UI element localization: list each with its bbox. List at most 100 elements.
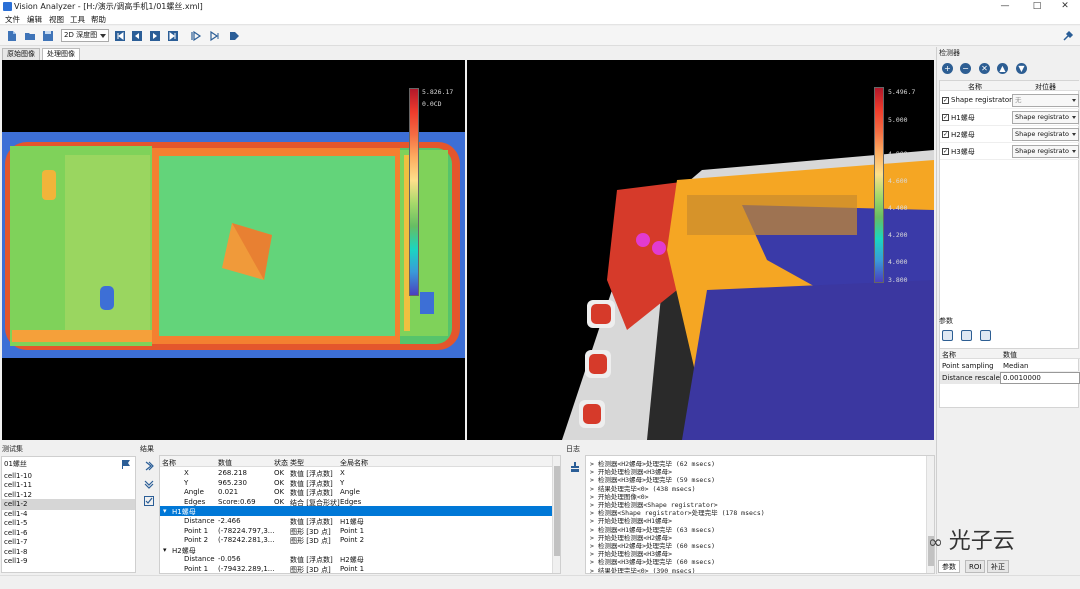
view-mode-select[interactable]: 2D 深度图 — [61, 29, 109, 42]
expand-toggle-icon[interactable]: ▾ — [163, 507, 167, 515]
detector-row[interactable]: ✓ Shape registrator 无 — [940, 92, 1080, 109]
aligner-select[interactable]: 无 — [1012, 94, 1079, 107]
table-row[interactable]: Edges Score:0.69 OK 结合 [复合形状] Edges — [160, 497, 552, 507]
list-item-selected[interactable]: cell1-2 — [4, 500, 27, 508]
play-icon[interactable] — [228, 30, 240, 42]
tab-compensation[interactable]: 补正 — [987, 560, 1009, 573]
table-row[interactable]: Point 2 (-78242.281,3... 图形 [3D 点] Point 2 — [160, 535, 552, 545]
first-icon[interactable] — [114, 30, 126, 42]
results-group-row[interactable]: ▾ H2螺母 — [160, 545, 552, 555]
param-value[interactable]: 0.0010000 — [1003, 374, 1041, 382]
list-item[interactable]: cell1-12 — [4, 491, 32, 499]
table-row[interactable]: Point 1 (-78224.797,3... 图形 [3D 点] Point 1 — [160, 526, 552, 536]
cell-name: Angle — [184, 488, 204, 497]
clear-log-icon[interactable] — [570, 461, 580, 473]
tab-params[interactable]: 参数 — [938, 560, 960, 573]
flag-icon[interactable] — [121, 459, 131, 469]
cell-value: -0.056 — [218, 555, 241, 564]
move-up-button[interactable]: ▲ — [997, 63, 1008, 74]
detector-panel-title: 检测器 — [939, 49, 960, 57]
table-row[interactable]: Angle 0.021 OK 数值 [浮点数] Angle — [160, 487, 552, 497]
expand-icon[interactable] — [144, 461, 154, 471]
detector-row[interactable]: ✓ H1螺母 Shape registrato — [940, 109, 1080, 126]
param-button-3[interactable] — [980, 330, 991, 341]
param-button-1[interactable] — [942, 330, 953, 341]
menu-tools[interactable]: 工具 — [70, 14, 85, 25]
cell-value: 965.230 — [218, 478, 247, 487]
right-colorbar — [874, 87, 884, 283]
collapse-icon[interactable] — [144, 479, 154, 489]
col-name: 名称 — [162, 459, 176, 467]
next-icon[interactable] — [149, 30, 161, 42]
cell-value: (-79432.289,1... — [218, 565, 275, 573]
aligner-select[interactable]: Shape registrato — [1012, 111, 1079, 124]
cell-name: Point 2 — [184, 536, 209, 545]
menu-help[interactable]: 帮助 — [91, 14, 106, 25]
run-icon[interactable] — [209, 30, 221, 42]
cell-global-name: Point 1 — [340, 565, 365, 573]
menu-edit[interactable]: 编辑 — [27, 14, 42, 25]
test-set-header[interactable]: 01螺丝 — [4, 459, 27, 469]
detector-checkbox[interactable]: ✓ — [942, 148, 949, 155]
list-item[interactable]: cell1-7 — [4, 538, 27, 546]
window-title: Vision Analyzer - [H:/演示/调高手机1/01螺丝.xml] — [14, 2, 203, 11]
move-down-button[interactable]: ▼ — [1016, 63, 1027, 74]
results-group-row[interactable]: ▾ H1螺母 — [160, 506, 552, 516]
table-row[interactable]: X 268.218 OK 数值 [浮点数] X — [160, 468, 552, 478]
col-global-name: 全局名称 — [340, 459, 368, 467]
list-item[interactable]: cell1-9 — [4, 557, 27, 565]
list-item[interactable]: cell1-4 — [4, 510, 27, 518]
detector-row[interactable]: ✓ H3螺母 Shape registrato — [940, 143, 1080, 160]
list-item[interactable]: cell1-11 — [4, 481, 32, 489]
detector-checkbox[interactable]: ✓ — [942, 114, 949, 121]
maximize-button[interactable]: □ — [1022, 0, 1052, 13]
last-icon[interactable] — [167, 30, 179, 42]
table-row[interactable]: Y 965.230 OK 数值 [浮点数] Y — [160, 478, 552, 488]
detector-name: H2螺母 — [951, 131, 975, 139]
param-row[interactable]: Distance rescale 0.0010000 — [940, 372, 1080, 384]
minimize-button[interactable]: — — [990, 0, 1020, 13]
list-item[interactable]: cell1-6 — [4, 529, 27, 537]
check-icon[interactable] — [144, 496, 154, 506]
param-row[interactable]: Point sampling Median — [940, 360, 1080, 372]
cell-value: 268.218 — [218, 469, 247, 477]
table-row[interactable]: Point 1 (-79432.289,1... 图形 [3D 点] Point 1 — [160, 564, 552, 573]
list-item[interactable]: cell1-5 — [4, 519, 27, 527]
remove-detector-button[interactable]: − — [960, 63, 971, 74]
list-item[interactable]: cell1-8 — [4, 548, 27, 556]
aligner-select[interactable]: Shape registrato — [1012, 128, 1079, 141]
settings-icon[interactable] — [1062, 30, 1074, 42]
watermark-glyph: ∞ — [928, 532, 949, 553]
table-row[interactable]: Distance -2.466 数值 [浮点数] H1螺母 — [160, 516, 552, 526]
add-detector-button[interactable]: + — [942, 63, 953, 74]
table-row[interactable]: Distance -0.056 数值 [浮点数] H2螺母 — [160, 554, 552, 564]
right-colorbar-label: 4.800 — [888, 150, 908, 158]
right-colorbar-label: 5.496.7 — [888, 88, 916, 96]
open-folder-icon[interactable] — [24, 30, 36, 42]
step-icon[interactable] — [190, 30, 202, 42]
col-name: 名称 — [968, 83, 982, 91]
delete-detector-button[interactable]: ✕ — [979, 63, 990, 74]
detector-row[interactable]: ✓ H2螺母 Shape registrato — [940, 126, 1080, 143]
param-value[interactable]: Median — [1003, 362, 1028, 370]
left-2d-view[interactable]: 5.826.17 0.0CD — [2, 60, 465, 440]
menu-file[interactable]: 文件 — [5, 14, 20, 25]
prev-icon[interactable] — [131, 30, 143, 42]
detector-checkbox[interactable]: ✓ — [942, 97, 949, 104]
menu-view[interactable]: 视图 — [49, 14, 64, 25]
col-param-value: 数值 — [1003, 351, 1017, 359]
list-item[interactable]: cell1-10 — [4, 472, 32, 480]
aligner-select[interactable]: Shape registrato — [1012, 145, 1079, 158]
tab-roi[interactable]: ROI — [965, 560, 986, 573]
log-scrollbar[interactable] — [926, 456, 934, 573]
param-button-2[interactable] — [961, 330, 972, 341]
save-icon[interactable] — [42, 30, 54, 42]
results-scrollbar[interactable] — [552, 456, 560, 573]
close-button[interactable]: ✕ — [1050, 0, 1080, 13]
expand-toggle-icon[interactable]: ▾ — [163, 546, 167, 554]
tab-original-image[interactable]: 原始图像 — [2, 48, 40, 60]
tab-processed-image[interactable]: 处理图像 — [42, 48, 80, 60]
detector-checkbox[interactable]: ✓ — [942, 131, 949, 138]
right-3d-view[interactable]: 5.496.7 5.000 4.800 4.600 4.400 4.200 4.… — [467, 60, 934, 440]
new-file-icon[interactable] — [6, 30, 18, 42]
